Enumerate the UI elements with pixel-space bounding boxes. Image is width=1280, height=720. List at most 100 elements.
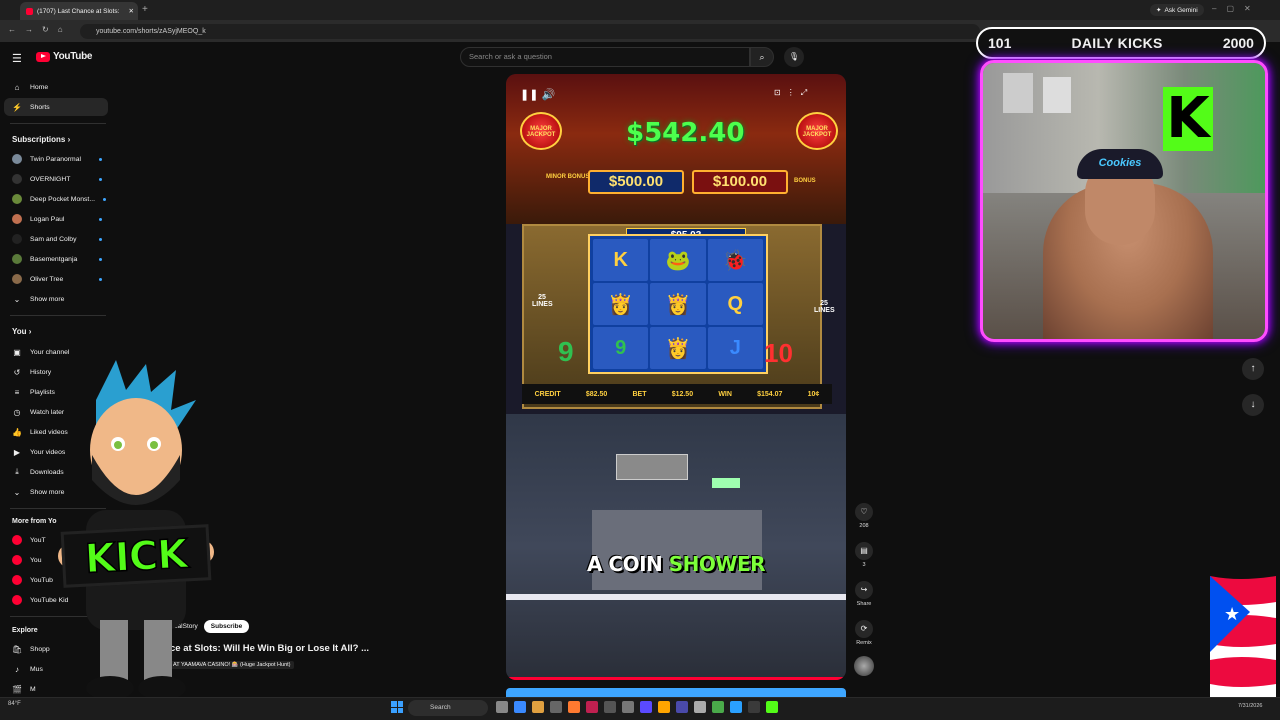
ask-gemini-button[interactable]: ✦ Ask Gemini bbox=[1150, 4, 1204, 16]
chevron-down-icon: ⌄ bbox=[13, 294, 21, 304]
microphone-icon[interactable]: 🎙 bbox=[784, 47, 804, 67]
share-icon[interactable]: ↪ bbox=[855, 581, 873, 599]
shorts-icon: ⚡ bbox=[12, 102, 22, 112]
app-icon[interactable] bbox=[550, 701, 562, 713]
bet-value: $12.50 bbox=[671, 390, 694, 398]
search-input[interactable]: Search or ask a question bbox=[460, 47, 750, 67]
app-icon[interactable] bbox=[676, 701, 688, 713]
sidebar-item-label: Your channel bbox=[30, 348, 70, 356]
denomination: 10¢ bbox=[807, 390, 820, 398]
next-short-button[interactable]: ↓ bbox=[1242, 394, 1264, 416]
video-caption: A COIN SHOWER bbox=[506, 552, 846, 576]
caption-text: A COIN bbox=[586, 552, 663, 576]
app-icon[interactable] bbox=[586, 701, 598, 713]
sidebar-subscription[interactable]: Sam and Colby bbox=[4, 230, 108, 248]
sidebar-item-label: Shorts bbox=[30, 103, 50, 111]
like-action[interactable]: ♡ 208 bbox=[855, 503, 873, 529]
new-tab-button[interactable]: + bbox=[142, 4, 148, 15]
folder-icon[interactable] bbox=[532, 701, 544, 713]
sidebar-subscription[interactable]: Logan Paul bbox=[4, 210, 108, 228]
close-tab-icon[interactable]: ✕ bbox=[129, 7, 134, 15]
machine-edge bbox=[506, 594, 846, 600]
sidebar-subscription[interactable]: OVERNIGHT bbox=[4, 170, 108, 188]
new-content-dot bbox=[99, 277, 102, 281]
windows-start-icon[interactable] bbox=[391, 701, 403, 713]
you-item-icon: ▣ bbox=[13, 347, 21, 357]
jackpot-amount: $542.40 bbox=[626, 118, 745, 148]
kick-app-icon[interactable] bbox=[766, 701, 778, 713]
previous-short-button[interactable]: ↑ bbox=[1242, 358, 1264, 380]
explore-heading: Explore bbox=[12, 627, 38, 634]
youtube-play-icon bbox=[36, 51, 50, 62]
minor-label: MINOR BONUS bbox=[546, 174, 590, 180]
discord-icon[interactable] bbox=[640, 701, 652, 713]
video-progress-bar[interactable] bbox=[506, 677, 846, 680]
shorts-video-player[interactable]: MAJOR JACKPOT MAJOR JACKPOT $542.40 MINO… bbox=[506, 74, 846, 680]
comment-icon[interactable]: ▤ bbox=[855, 542, 873, 560]
channel-avatar[interactable] bbox=[854, 656, 874, 676]
video-top-controls[interactable]: ⊡⋮⤢ bbox=[774, 88, 813, 98]
reel-symbol: 🐞 bbox=[707, 239, 763, 281]
url-field[interactable]: youtube.com/shorts/zASyjMEOQ_k bbox=[80, 24, 980, 39]
slot-reels: K 🐸 🐞 👸 👸 Q 9 👸 J bbox=[588, 234, 768, 374]
nav-buttons[interactable]: ←→↻⌂ bbox=[8, 25, 72, 34]
sidebar-item-label: M bbox=[30, 685, 36, 693]
taskbar-apps[interactable] bbox=[496, 701, 778, 713]
kicks-current: 101 bbox=[988, 35, 1012, 51]
app-icon[interactable] bbox=[604, 701, 616, 713]
remix-action[interactable]: ⟳ Remix bbox=[855, 620, 873, 646]
sidebar-item-home[interactable]: ⌂ Home bbox=[4, 78, 108, 96]
lines-left: 25 LINES bbox=[532, 294, 553, 308]
taskbar-search[interactable]: Search bbox=[408, 700, 488, 716]
wall-poster bbox=[1003, 73, 1033, 113]
win-value: $154.07 bbox=[757, 390, 783, 398]
sidebar-subscription[interactable]: Basementganja bbox=[4, 250, 108, 268]
taskbar-clock[interactable]: 7/31/2026 bbox=[1238, 703, 1262, 709]
minor-value: $500.00 bbox=[588, 170, 684, 194]
firefox-icon[interactable] bbox=[568, 701, 580, 713]
sidebar-item-label: Sam and Colby bbox=[30, 235, 77, 243]
reel-symbol: Q bbox=[707, 283, 763, 325]
volume-icon[interactable]: 🔊 bbox=[542, 89, 556, 101]
puerto-rico-flag: ★ bbox=[1210, 576, 1276, 708]
comment-action[interactable]: ▤ 3 bbox=[855, 542, 873, 568]
reel-symbol: 👸 bbox=[650, 327, 706, 369]
subscriptions-show-more[interactable]: ⌄ Show more bbox=[4, 290, 108, 308]
you-heading[interactable]: You › bbox=[12, 327, 31, 336]
subscriptions-heading[interactable]: Subscriptions › bbox=[12, 135, 70, 144]
app-icon[interactable] bbox=[658, 701, 670, 713]
sidebar-item-label: YouTub bbox=[30, 576, 53, 584]
like-icon[interactable]: ♡ bbox=[855, 503, 873, 521]
remix-icon[interactable]: ⟳ bbox=[855, 620, 873, 638]
youtube-logo[interactable]: YouTube bbox=[36, 51, 93, 62]
app-icon[interactable] bbox=[694, 701, 706, 713]
sidebar-item-label: Basementganja bbox=[30, 255, 78, 263]
pause-icon[interactable]: ❚❚ 🔊 bbox=[520, 88, 555, 101]
kick-sign: KICK bbox=[60, 524, 212, 588]
youtube-app-icon bbox=[12, 575, 22, 585]
share-label: Share bbox=[856, 601, 872, 607]
app-icon[interactable] bbox=[514, 701, 526, 713]
daily-kicks-bar: 101 DAILY KICKS 2000 bbox=[976, 27, 1266, 59]
browser-tab[interactable]: (1707) Last Chance at Slots: ✕ bbox=[20, 2, 138, 20]
sidebar-subscription[interactable]: Deep Pocket Monst... bbox=[4, 190, 108, 208]
app-icon[interactable] bbox=[730, 701, 742, 713]
you-item-icon: ▶ bbox=[13, 447, 21, 457]
sidebar-subscription[interactable]: Oliver Tree bbox=[4, 270, 108, 288]
window-controls[interactable]: –▢✕ bbox=[1212, 4, 1261, 13]
tab-bar bbox=[0, 0, 1280, 20]
chrome-icon[interactable] bbox=[712, 701, 724, 713]
sidebar-you-item[interactable]: ▣ Your channel bbox=[4, 343, 108, 361]
app-icon[interactable] bbox=[496, 701, 508, 713]
search-icon[interactable]: ⌕ bbox=[750, 47, 774, 67]
share-action[interactable]: ↪ Share bbox=[855, 581, 873, 607]
hamburger-menu-icon[interactable]: ☰ bbox=[12, 52, 22, 65]
you-item-icon: ⌄ bbox=[13, 487, 21, 497]
sidebar-item-shorts[interactable]: ⚡ Shorts bbox=[4, 98, 108, 116]
taskbar-weather[interactable]: 84°F bbox=[8, 701, 21, 707]
app-icon[interactable] bbox=[748, 701, 760, 713]
next-short-preview[interactable] bbox=[506, 688, 846, 697]
app-icon[interactable] bbox=[622, 701, 634, 713]
sidebar-subscription[interactable]: Twin Paranormal bbox=[4, 150, 108, 168]
wall-poster-2 bbox=[1043, 77, 1071, 113]
